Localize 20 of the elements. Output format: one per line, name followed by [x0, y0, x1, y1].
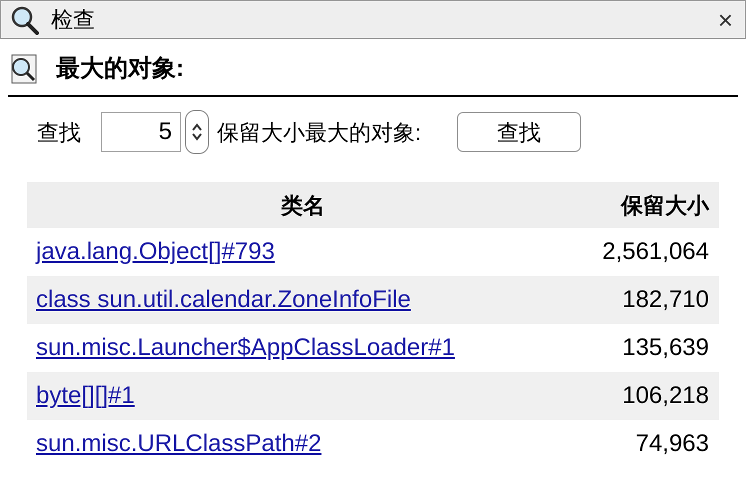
spinner[interactable] — [185, 110, 209, 154]
close-button[interactable]: × — [718, 6, 733, 32]
retained-size-cell-text: 135,639 — [622, 333, 710, 363]
column-header: 保留大小 — [620, 192, 710, 220]
find-suffix-label: 保留大小最大的对象: — [217, 118, 422, 146]
column-header: 类名 — [280, 192, 326, 220]
class-link[interactable]: byte[][]#1 — [27, 378, 135, 414]
class-link[interactable]: class sun.util.calendar.ZoneInfoFile — [27, 282, 411, 318]
section-title: 最大的对象: — [56, 54, 184, 84]
retained-size-cell-text: 74,963 — [636, 429, 710, 459]
retained-size-cell-text: 2,561,064 — [602, 237, 710, 267]
count-input[interactable]: 5 — [101, 112, 181, 152]
class-link[interactable]: sun.misc.URLClassPath#2 — [27, 426, 322, 462]
class-link[interactable]: java.lang.Object[]#793 — [27, 234, 275, 270]
find-button[interactable]: 查找 — [457, 112, 582, 152]
retained-size-cell-text: 182,710 — [622, 285, 710, 315]
window-title: 检查 — [51, 6, 95, 34]
find-label: 查找 — [37, 118, 81, 146]
retained-size-cell-text: 106,218 — [622, 381, 710, 411]
class-link[interactable]: sun.misc.Launcher$AppClassLoader#1 — [27, 330, 455, 366]
